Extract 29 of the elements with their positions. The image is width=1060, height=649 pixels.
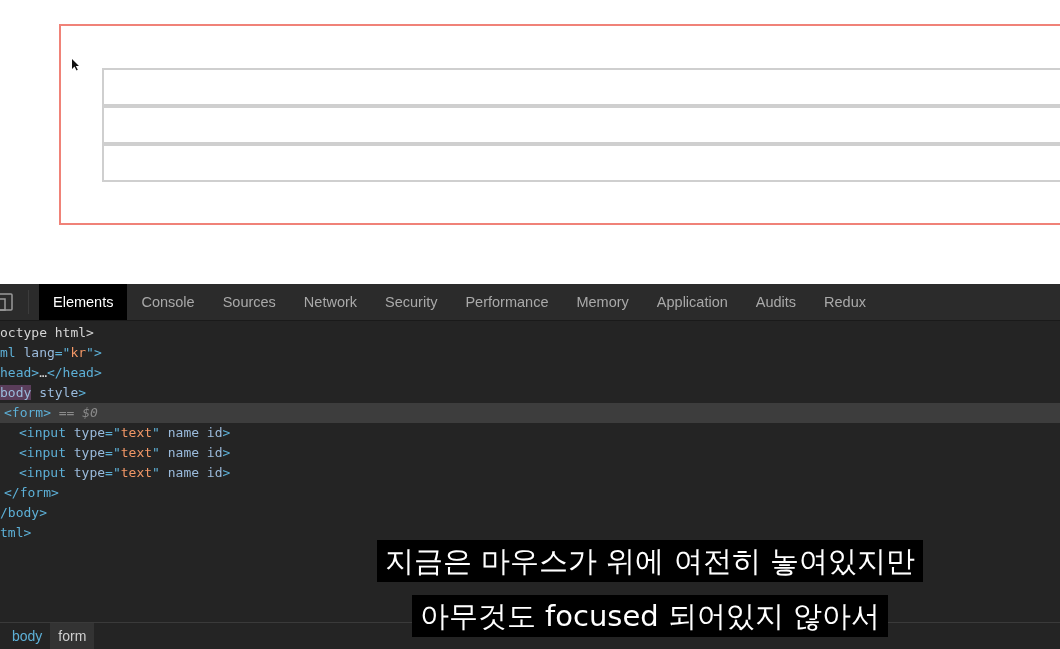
devtools-tab[interactable]: Application	[642, 284, 742, 320]
dom-tree-line[interactable]: body style>	[0, 383, 1060, 403]
devtools-tab[interactable]: Security	[371, 284, 452, 320]
subtitle-caption: 아무것도 focused 되어있지 않아서	[411, 595, 889, 637]
dom-tree-line[interactable]: head>…</head>	[0, 363, 1060, 383]
dom-tree-line[interactable]: tml>	[0, 523, 1060, 543]
devtools-tab[interactable]: Redux	[810, 284, 880, 320]
devtools-tab[interactable]: Sources	[208, 284, 290, 320]
dom-tree-line[interactable]: <input type="text" name id>	[0, 423, 1060, 443]
dom-tree-line[interactable]: </form>	[0, 483, 1060, 503]
device-toolbar-icon[interactable]	[0, 293, 14, 311]
dom-tree-line[interactable]: octype html>	[0, 323, 1060, 343]
breadcrumb-item[interactable]: body	[4, 623, 51, 649]
devtools-tab[interactable]: Network	[289, 284, 372, 320]
text-input-field[interactable]	[102, 68, 1060, 106]
text-input-field[interactable]	[102, 144, 1060, 182]
subtitle-caption: 지금은 마우스가 위에 여전히 놓여있지만	[377, 540, 923, 582]
dom-tree-line[interactable]: <input type="text" name id>	[0, 463, 1060, 483]
devtools-tab[interactable]: Memory	[562, 284, 643, 320]
breadcrumb-item[interactable]: form	[50, 623, 95, 649]
text-input-field[interactable]	[102, 106, 1060, 144]
devtools-tab[interactable]: Performance	[451, 284, 563, 320]
mouse-pointer-icon	[72, 59, 80, 71]
devtools-tab[interactable]: Elements	[39, 284, 128, 320]
dom-tree-line[interactable]: /body>	[0, 503, 1060, 523]
dom-tree-line[interactable]: ml lang="kr">	[0, 343, 1060, 363]
devtools-tab[interactable]: Console	[127, 284, 209, 320]
devtools-tab[interactable]: Audits	[741, 284, 811, 320]
dom-tree-line[interactable]: <input type="text" name id>	[0, 443, 1060, 463]
